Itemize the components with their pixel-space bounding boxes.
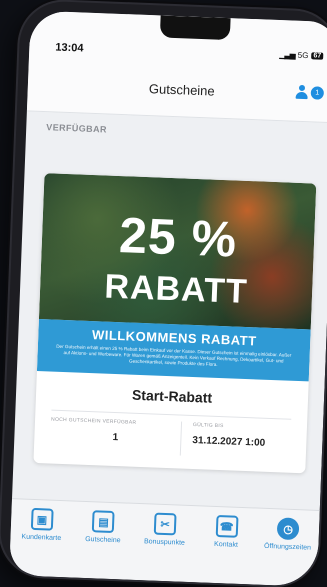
battery-icon: 67	[311, 52, 324, 60]
network-label: 5G	[297, 50, 309, 61]
notification-badge: 1	[310, 85, 325, 100]
voucher-band: WILLKOMMENS RABATT Der Gutschein erhält …	[36, 319, 311, 382]
tab-bar: ▣ Kundenkarte ▤ Gutscheine ✂ Bonuspunkte…	[9, 498, 320, 587]
status-time: 13:04	[55, 41, 84, 55]
phone-frame: 13:04 ▁▃▅ 5G 67 Gutscheine 1 VERFÜGBAR 2…	[0, 0, 327, 587]
valid-label: GÜLTIG BIS	[192, 422, 224, 430]
bonus-icon: ✂	[153, 512, 177, 536]
valid-block: GÜLTIG BIS 31.12.2027 1:00	[192, 422, 303, 450]
tab-bonuspunkte[interactable]: ✂ Bonuspunkte	[135, 512, 194, 547]
valid-value: 31.12.2027 1:00	[192, 435, 266, 449]
tab-gutscheine[interactable]: ▤ Gutscheine	[74, 510, 133, 545]
tab-label: Kontakt	[213, 540, 238, 549]
voucher-name: Start-Rabatt	[131, 386, 213, 406]
voucher-hero-image: 25 % RABATT	[38, 173, 317, 330]
top-bar: 13:04 ▁▃▅ 5G 67 Gutscheine 1	[26, 10, 327, 124]
tab-label: Öffnungszeiten	[263, 542, 312, 552]
page-title: Gutscheine	[148, 81, 215, 99]
tab-kundenkarte[interactable]: ▣ Kundenkarte	[12, 507, 71, 542]
camera-notch	[159, 15, 231, 41]
card-icon: ▣	[30, 507, 54, 531]
remaining-block: NOCH GUTSCHEIN VERFÜGBAR 1	[49, 416, 183, 456]
voucher-card[interactable]: 25 % RABATT WILLKOMMENS RABATT Der Gutsc…	[33, 173, 317, 474]
section-available: VERFÜGBAR	[46, 122, 108, 135]
tab-oeffnungszeiten[interactable]: ◷ Öffnungszeiten	[258, 517, 317, 552]
tab-label: Bonuspunkte	[143, 538, 185, 547]
voucher-meta: NOCH GUTSCHEIN VERFÜGBAR 1 GÜLTIG BIS 31…	[49, 409, 292, 460]
hero-rabatt: RABATT	[103, 267, 249, 312]
remaining-label: NOCH GUTSCHEIN VERFÜGBAR	[50, 416, 137, 426]
hero-percent: 25 %	[118, 207, 239, 268]
tab-kontakt[interactable]: ☎ Kontakt	[197, 514, 256, 549]
profile-button[interactable]: 1	[296, 85, 325, 100]
clock-icon: ◷	[276, 517, 300, 541]
tab-label: Gutscheine	[85, 535, 121, 545]
signal-icon: ▁▃▅	[279, 50, 295, 60]
person-icon	[296, 85, 309, 99]
voucher-icon: ▤	[92, 510, 115, 534]
tab-label: Kundenkarte	[21, 533, 62, 543]
status-indicators: ▁▃▅ 5G 67	[279, 50, 324, 61]
remaining-value: 1	[112, 431, 119, 444]
contact-icon: ☎	[215, 514, 239, 538]
app-screen: 13:04 ▁▃▅ 5G 67 Gutscheine 1 VERFÜGBAR 2…	[9, 10, 327, 587]
